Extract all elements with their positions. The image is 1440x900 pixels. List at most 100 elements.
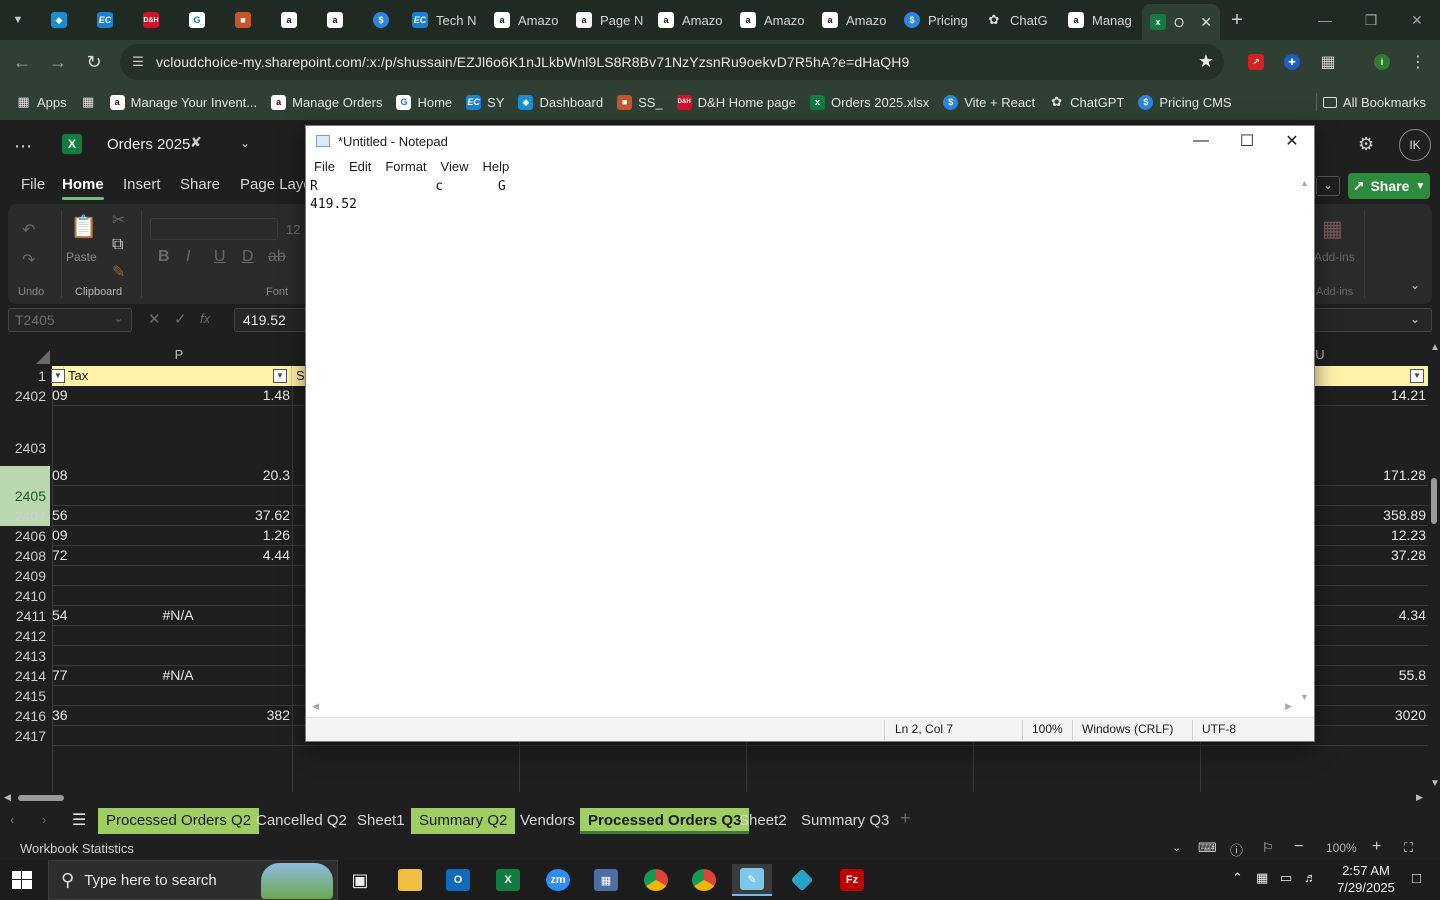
profile-avatar[interactable]: i <box>1370 50 1394 74</box>
show-hidden-icons-chevron-icon[interactable]: ⌃ <box>1232 870 1243 886</box>
row-number[interactable]: 2415 <box>0 688 50 704</box>
chevron-down-icon[interactable]: ⌄ <box>1316 176 1340 196</box>
font-size-dropdown[interactable]: 12 <box>286 222 300 237</box>
zoom-app-icon[interactable]: zm <box>538 864 578 896</box>
cell-p[interactable]: 382 <box>66 707 290 723</box>
notepad-text-area[interactable]: R c G 419.52 <box>306 176 1298 704</box>
bookmark-tab-groups[interactable]: ▦ <box>81 94 96 110</box>
windows-start-icon[interactable] <box>12 871 32 889</box>
fullscreen-icon[interactable]: ⛶ <box>1404 840 1413 856</box>
zoom-level[interactable]: 100% <box>1326 841 1357 855</box>
minimize-button[interactable]: — <box>1178 126 1224 156</box>
bookmark-item[interactable]: $ Pricing CMS <box>1138 94 1232 110</box>
row-number[interactable]: 2411 <box>0 608 50 624</box>
browser-tab[interactable]: a Amazo <box>486 4 568 36</box>
chevron-down-icon[interactable]: ⌄ <box>240 136 250 150</box>
prev-sheet-icon[interactable]: ‹ <box>10 812 14 827</box>
bookmark-item[interactable]: ◆ Dashboard <box>518 94 603 110</box>
pinned-tab[interactable]: a <box>312 4 358 36</box>
extensions-puzzle-icon[interactable]: ▦ <box>1316 50 1340 74</box>
scroll-left-arrow-icon[interactable]: ◀ <box>312 701 319 712</box>
scroll-right-arrow-icon[interactable]: ▶ <box>1285 701 1292 712</box>
pinned-tab[interactable]: D&H <box>128 4 174 36</box>
filter-dropdown-icon[interactable]: ▼ <box>273 369 287 383</box>
sheet-tab[interactable]: Sheet1 <box>349 808 413 834</box>
zoom-out-icon[interactable]: − <box>1294 838 1303 856</box>
cell-a[interactable]: 77 <box>52 667 68 683</box>
bookmark-item[interactable]: EC SY <box>466 94 504 110</box>
row-number[interactable]: 2414 <box>0 668 50 684</box>
add-ins-icon[interactable]: ▦ <box>1322 216 1343 242</box>
cell-a[interactable]: 72 <box>52 547 68 563</box>
menu-format[interactable]: Format <box>385 159 426 174</box>
excel-app-icon[interactable]: X <box>488 864 528 896</box>
row-number[interactable]: 2408 <box>0 548 50 564</box>
notifications-icon[interactable]: □ <box>1412 870 1421 887</box>
site-info-icon[interactable]: ☰ <box>120 54 156 70</box>
chevron-down-icon[interactable]: ⌄ <box>1410 312 1420 326</box>
address-bar[interactable]: ☰ vcloudchoice-my.sharepoint.com/:x:/p/s… <box>120 44 1224 80</box>
cell-p[interactable]: 20.3 <box>66 467 290 483</box>
close-icon[interactable]: ✕ <box>1200 14 1212 31</box>
volume-icon[interactable]: ♬ <box>1304 870 1317 885</box>
bookmark-item[interactable]: G Home <box>396 94 452 110</box>
cut-icon[interactable]: ✂ <box>112 210 125 230</box>
browser-tab[interactable]: a Page N <box>568 4 650 36</box>
calculator-icon[interactable]: ▦ <box>586 864 626 896</box>
tab-share[interactable]: Share <box>180 176 220 193</box>
task-view-icon[interactable]: ▣ <box>340 864 380 896</box>
sheet-tab[interactable]: Sheet2 <box>731 808 795 834</box>
url-text[interactable]: vcloudchoice-my.sharepoint.com/:x:/p/shu… <box>156 54 909 70</box>
browser-tab[interactable]: $ Pricing <box>896 4 978 36</box>
cell-a[interactable]: 54 <box>52 607 68 623</box>
close-window-button[interactable]: ✕ <box>1394 0 1440 40</box>
bookmark-star-icon[interactable]: ★ <box>1198 51 1214 72</box>
forward-button[interactable]: → <box>40 52 76 73</box>
all-sheets-menu-icon[interactable]: ☰ <box>72 810 86 830</box>
cell-a[interactable]: 36 <box>52 707 68 723</box>
menu-help[interactable]: Help <box>482 159 509 174</box>
bookmark-item[interactable]: a Manage Orders <box>271 94 382 110</box>
sheet-tab[interactable]: Summary Q2 <box>411 808 516 834</box>
row-number[interactable]: 2402 <box>0 388 50 404</box>
row-number[interactable]: 2407 <box>0 508 50 524</box>
row-number[interactable]: 2409 <box>0 568 50 584</box>
bold-icon[interactable]: B <box>158 248 170 266</box>
paste-icon[interactable]: 📋 <box>70 214 97 240</box>
redo-icon[interactable]: ↷ <box>22 250 35 270</box>
font-name-dropdown[interactable] <box>150 218 278 240</box>
menu-edit[interactable]: Edit <box>349 159 371 174</box>
notepad-vertical-scrollbar[interactable]: ▲ ▼ <box>1298 178 1312 702</box>
bookmark-item[interactable]: ✿ ChatGPT <box>1049 94 1124 110</box>
back-button[interactable]: ← <box>4 52 40 73</box>
vertical-scrollbar[interactable]: ▲ ▼ <box>1428 342 1440 792</box>
help-icon[interactable]: ⓘ <box>1230 840 1243 859</box>
filter-dropdown-icon[interactable]: ▼ <box>51 369 65 383</box>
file-explorer-icon[interactable] <box>390 864 430 896</box>
underline-icon[interactable]: U <box>214 248 226 266</box>
scroll-thumb[interactable] <box>1431 478 1437 524</box>
select-all-button[interactable] <box>36 350 50 364</box>
double-underline-icon[interactable]: D <box>242 248 254 266</box>
settings-gear-icon[interactable]: ⚙ <box>1358 134 1374 155</box>
chevron-down-icon[interactable]: ⌄ <box>114 312 123 325</box>
cell-p[interactable]: 4.44 <box>66 547 290 563</box>
insert-function-icon[interactable]: fx <box>200 311 210 326</box>
close-button[interactable]: ✕ <box>1269 126 1315 156</box>
notepad-titlebar[interactable]: *Untitled - Notepad — ☐ ✕ <box>306 126 1314 156</box>
share-button[interactable]: ↗ Share ▼ <box>1348 173 1430 199</box>
bookmark-item[interactable]: ■ SS_ <box>617 94 663 110</box>
pinned-tab[interactable]: ■ <box>220 4 266 36</box>
row-number[interactable]: 2413 <box>0 648 50 664</box>
pinned-tab[interactable]: G <box>174 4 220 36</box>
workbook-statistics[interactable]: Workbook Statistics <box>20 841 134 856</box>
cell-p[interactable]: 1.48 <box>66 387 290 403</box>
scroll-up-arrow-icon[interactable]: ▲ <box>1300 178 1309 188</box>
sheet-tab[interactable]: Processed Orders Q2 <box>98 808 260 834</box>
reload-button[interactable]: ↻ <box>76 52 112 73</box>
menu-file[interactable]: File <box>314 159 335 174</box>
account-avatar[interactable]: IK <box>1399 129 1431 161</box>
cell-a[interactable]: 08 <box>52 467 68 483</box>
row-number[interactable]: 2416 <box>0 708 50 724</box>
extension-icon[interactable]: ↗ <box>1244 50 1268 74</box>
